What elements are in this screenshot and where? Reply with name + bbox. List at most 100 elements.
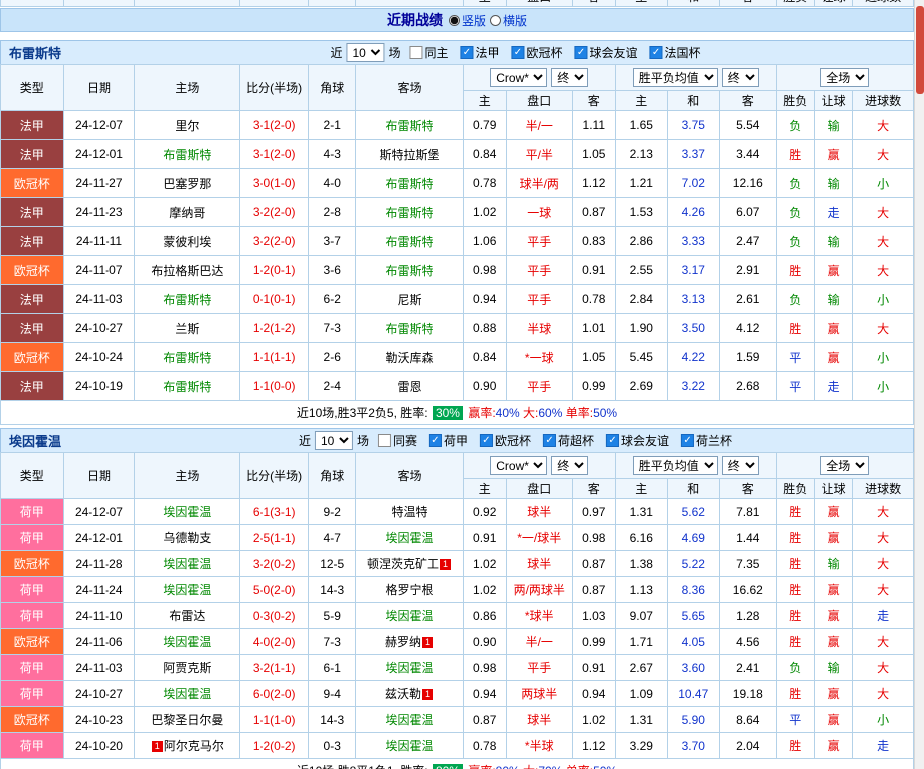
corner-score: 7-3 xyxy=(307,313,357,343)
handicap-line: 半/一 xyxy=(505,110,573,140)
view-radio-vertical[interactable]: 竖版 xyxy=(448,12,486,29)
scope-select[interactable]: 全场 xyxy=(820,456,870,475)
avg-home-odds: 9.07 xyxy=(615,602,668,629)
corner-score: 5-9 xyxy=(307,602,357,629)
handicap-result-cell: 输 xyxy=(813,654,854,681)
team-link[interactable]: 摩纳哥 xyxy=(169,206,205,220)
away-odds: 0.99 xyxy=(571,628,617,655)
team-link[interactable]: 阿贾克斯 xyxy=(163,661,211,675)
team-link[interactable]: 埃因霍温 xyxy=(385,609,433,623)
team-link[interactable]: 埃因霍温 xyxy=(385,661,433,675)
filter-checkbox[interactable]: ✓ 荷超杯 xyxy=(543,432,594,449)
team-link[interactable]: 布雷斯特 xyxy=(385,235,433,249)
match-row: 欧冠杯 24-11-06 埃因霍温 4-0(2-0) 7-3 赫罗纳 1 0.90 半/一 0.9… xyxy=(0,628,914,655)
team-link[interactable]: 布雷斯特 xyxy=(385,119,433,133)
summary-part: 80% xyxy=(432,764,463,769)
odds-final-select[interactable]: 终 xyxy=(551,68,589,87)
home-team-cell: 乌德勒支 xyxy=(134,524,241,551)
team-link[interactable]: 乌德勒支 xyxy=(163,531,211,545)
scrollbar[interactable] xyxy=(914,0,924,769)
handicap-line: 平/半 xyxy=(505,139,573,169)
team-link[interactable]: 布拉格斯巴达 xyxy=(151,264,223,278)
filter-checkbox[interactable]: ✓ 欧冠杯 xyxy=(511,44,563,61)
filter-checkbox[interactable]: ✓ 荷甲 xyxy=(428,432,468,449)
view-radio-horizontal[interactable]: 横版 xyxy=(490,12,527,29)
result-cell: 胜 xyxy=(775,498,815,525)
team-link[interactable]: 尼斯 xyxy=(397,293,421,307)
handicap-result-cell: 赢 xyxy=(813,576,854,603)
match-score: 1-2(1-2) xyxy=(239,313,309,343)
team-link[interactable]: 阿尔克马尔 xyxy=(164,739,224,753)
team-link[interactable]: 埃因霍温 xyxy=(163,505,211,519)
odds-company-select[interactable]: Crow* xyxy=(490,68,548,87)
team-link[interactable]: 布雷斯特 xyxy=(163,351,211,365)
team-link[interactable]: 埃因霍温 xyxy=(385,531,433,545)
filter-checkbox[interactable]: 同主 xyxy=(409,44,448,61)
team-link[interactable]: 格罗宁根 xyxy=(385,583,433,597)
period-select[interactable]: 10 xyxy=(346,43,385,62)
team-link[interactable]: 赫罗纳 xyxy=(385,635,421,649)
team-link[interactable]: 布雷斯特 xyxy=(385,322,433,336)
team-link[interactable]: 斯特拉斯堡 xyxy=(379,148,439,162)
result-cell: 胜 xyxy=(775,628,815,655)
filter-checkbox[interactable]: ✓ 欧冠杯 xyxy=(480,432,531,449)
filter-label: 欧冠杯 xyxy=(526,46,563,60)
team-link[interactable]: 兰斯 xyxy=(175,322,199,336)
filter-checkbox[interactable]: ✓ 荷兰杯 xyxy=(681,432,732,449)
team-link[interactable]: 勒沃库森 xyxy=(385,351,433,365)
avg-draw-odds: 5.65 xyxy=(666,602,720,629)
match-score: 6-0(2-0) xyxy=(239,680,309,707)
filter-checkbox[interactable]: 同赛 xyxy=(377,432,417,449)
team-link[interactable]: 布雷斯特 xyxy=(163,148,211,162)
corner-score: 3-6 xyxy=(307,255,357,285)
avg-final-select[interactable]: 终 xyxy=(721,456,759,475)
team-link[interactable]: 埃因霍温 xyxy=(385,713,433,727)
team-link[interactable]: 埃因霍温 xyxy=(163,635,211,649)
corner-score: 14-3 xyxy=(307,576,357,603)
avg-away-odds: 1.28 xyxy=(719,602,777,629)
team-link[interactable]: 布雷斯特 xyxy=(163,380,211,394)
avg-select[interactable]: 胜平负均值 xyxy=(632,68,718,87)
away-odds: 0.87 xyxy=(571,576,617,603)
corner-score: 7-3 xyxy=(307,628,357,655)
team-link[interactable]: 蒙彼利埃 xyxy=(163,235,211,249)
avg-select[interactable]: 胜平负均值 xyxy=(632,456,718,475)
scope-select[interactable]: 全场 xyxy=(820,68,870,87)
avg-home-odds: 1.38 xyxy=(615,550,668,577)
team-link[interactable]: 特温特 xyxy=(391,505,427,519)
odds-company-select[interactable]: Crow* xyxy=(490,456,548,475)
team-link[interactable]: 布雷斯特 xyxy=(163,293,211,307)
team-link[interactable]: 布雷斯特 xyxy=(385,264,433,278)
team-link[interactable]: 巴黎圣日尔曼 xyxy=(151,713,223,727)
corner-score: 4-7 xyxy=(307,524,357,551)
team-link[interactable]: 兹沃勒 xyxy=(385,687,421,701)
odds-final-select[interactable]: 终 xyxy=(551,456,589,475)
filter-checkbox[interactable]: ✓ 法甲 xyxy=(460,44,500,61)
column-header: 类型 xyxy=(0,452,64,499)
team-link[interactable]: 雷恩 xyxy=(397,380,421,394)
team-link[interactable]: 埃因霍温 xyxy=(163,557,211,571)
team-link[interactable]: 里尔 xyxy=(175,119,199,133)
filter-checkbox[interactable]: ✓ 法国杯 xyxy=(649,44,701,61)
corner-score: 2-6 xyxy=(307,342,357,372)
period-select[interactable]: 10 xyxy=(314,431,353,450)
team-link[interactable]: 布雷斯特 xyxy=(385,177,433,191)
away-odds: 0.87 xyxy=(571,550,617,577)
team-link[interactable]: 埃因霍温 xyxy=(385,739,433,753)
team-link[interactable]: 布雷斯特 xyxy=(385,206,433,220)
handicap-result-cell: 走 xyxy=(813,371,854,401)
match-row: 荷甲 24-10-27 埃因霍温 6-0(2-0) 9-4 兹沃勒 1 0.94 两球半 0.94… xyxy=(0,680,914,707)
filter-checkbox[interactable]: ✓ 球会友谊 xyxy=(606,432,669,449)
avg-home-odds: 1.31 xyxy=(615,706,668,733)
scrollbar-thumb[interactable] xyxy=(916,6,924,94)
avg-final-select[interactable]: 终 xyxy=(721,68,759,87)
team-link[interactable]: 顿涅茨克矿工 xyxy=(367,557,439,571)
team-link[interactable]: 巴塞罗那 xyxy=(163,177,211,191)
team-link[interactable]: 布雷达 xyxy=(169,609,205,623)
team-link[interactable]: 埃因霍温 xyxy=(163,687,211,701)
home-odds: 0.79 xyxy=(462,110,507,140)
filter-checkbox[interactable]: ✓ 球会友谊 xyxy=(574,44,638,61)
team-link[interactable]: 埃因霍温 xyxy=(163,583,211,597)
avg-draw-odds: 3.22 xyxy=(666,371,720,401)
filter-label: 荷甲 xyxy=(443,434,468,448)
